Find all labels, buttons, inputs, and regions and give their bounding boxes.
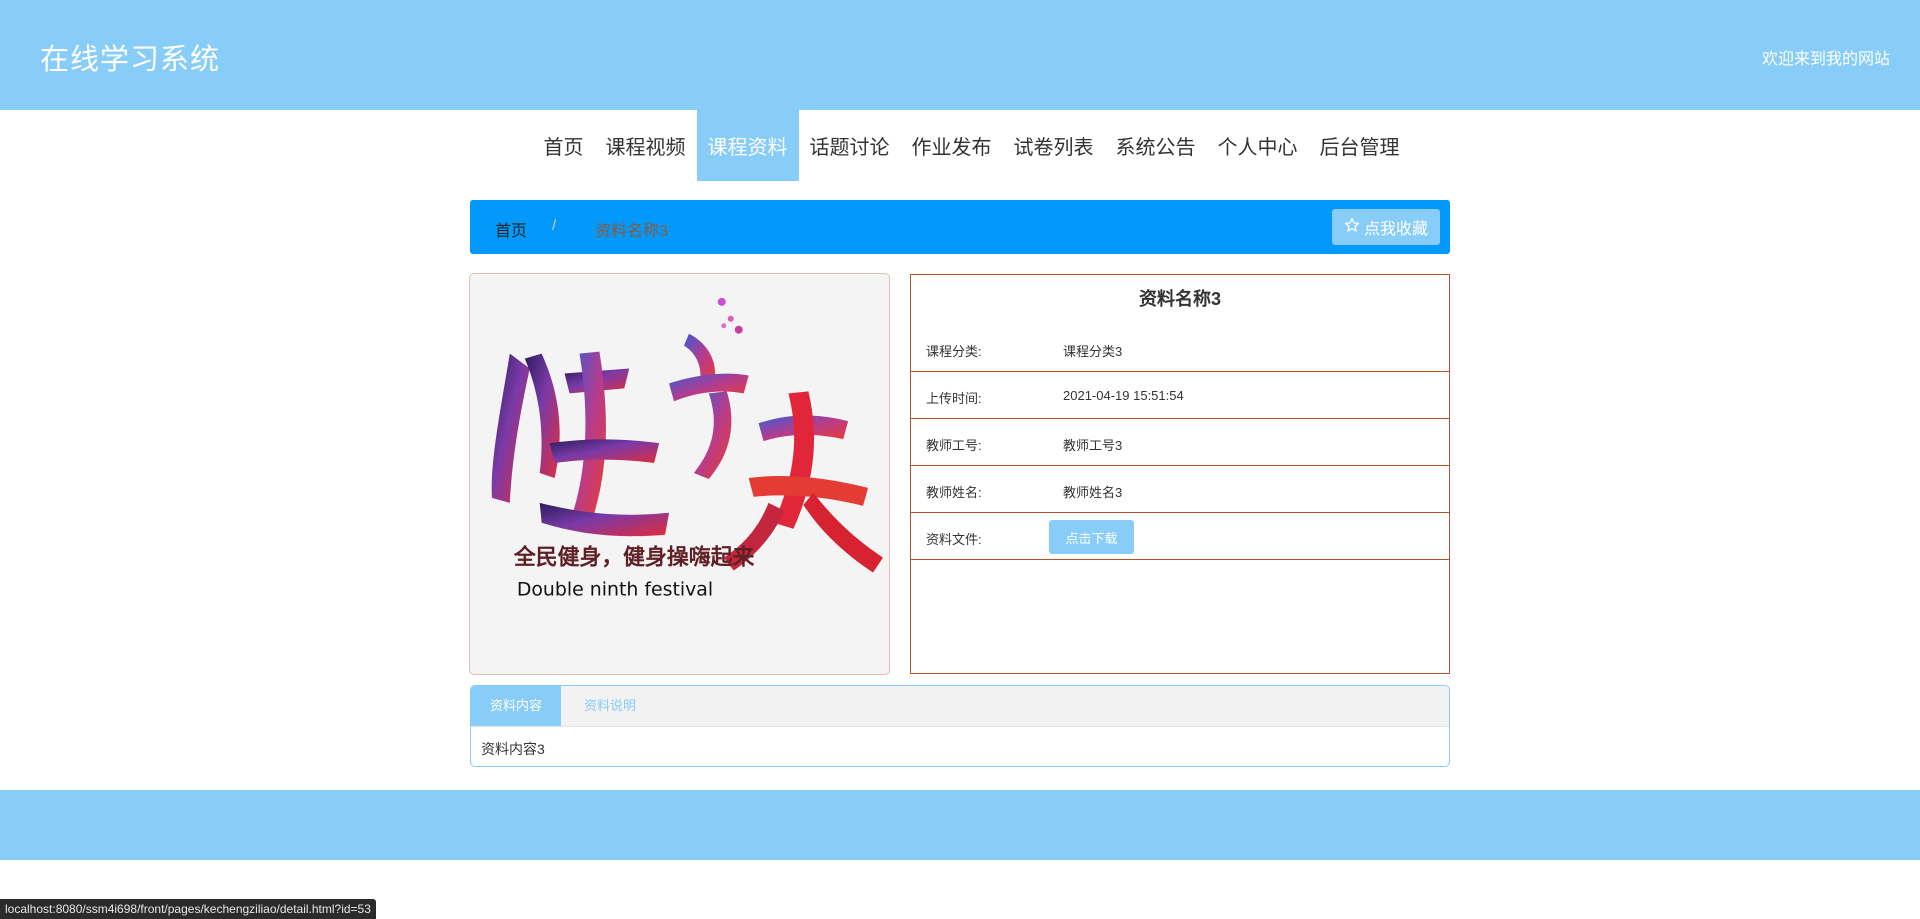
download-button[interactable]: 点击下载 <box>1049 520 1134 554</box>
tab-material-content[interactable]: 资料内容 <box>471 686 562 726</box>
nav-item-course-video[interactable]: 课程视频 <box>595 110 697 181</box>
slogan-chinese: 全民健身，健身操嗨起来 <box>513 545 755 571</box>
breadcrumb-separator: / <box>552 217 557 234</box>
nav-item-topic-discussion[interactable]: 话题讨论 <box>799 110 901 181</box>
detail-value: 教师姓名3 <box>1063 485 1123 500</box>
star-outline-icon <box>1344 217 1360 238</box>
breadcrumb-home-link[interactable]: 首页 <box>495 217 527 241</box>
detail-row-teacher-id: 教师工号: 教师工号3 <box>911 419 1449 466</box>
tab-content: 资料内容3 <box>481 741 545 757</box>
detail-row-upload-time: 上传时间: 2021-04-19 15:51:54 <box>911 372 1449 419</box>
detail-label: 教师姓名: <box>926 485 982 500</box>
detail-row-teacher-name: 教师姓名: 教师姓名3 <box>911 466 1449 513</box>
site-footer <box>0 790 1920 860</box>
detail-row-course-category: 课程分类: 课程分类3 <box>911 325 1449 372</box>
slogan-english: Double ninth festival <box>517 578 713 600</box>
material-detail-panel: 资料名称3 课程分类: 课程分类3 上传时间: 2021-04-19 15:51… <box>910 274 1450 674</box>
material-title: 资料名称3 <box>1138 289 1221 309</box>
site-title[interactable]: 在线学习系统 <box>40 36 220 78</box>
tab-material-description[interactable]: 资料说明 <box>565 686 655 726</box>
detail-label: 课程分类: <box>926 344 982 359</box>
detail-value: 教师工号3 <box>1063 438 1123 453</box>
detail-value: 课程分类3 <box>1063 344 1123 359</box>
detail-label: 上传时间: <box>926 391 982 406</box>
tabs-header: 资料内容 资料说明 <box>471 686 1449 727</box>
breadcrumb-current: 资料名称3 <box>595 223 668 240</box>
nav-item-admin[interactable]: 后台管理 <box>1309 110 1411 181</box>
detail-row-file: 资料文件: 点击下载 <box>911 513 1449 560</box>
nav-item-announcements[interactable]: 系统公告 <box>1105 110 1207 181</box>
main-nav: 首页 课程视频 课程资料 话题讨论 作业发布 试卷列表 系统公告 个人中心 后台… <box>0 110 1920 181</box>
material-tabs: 资料内容 资料说明 资料内容3 <box>470 685 1450 767</box>
nav-item-course-materials[interactable]: 课程资料 <box>696 110 799 181</box>
nav-item-exam-list[interactable]: 试卷列表 <box>1003 110 1105 181</box>
site-header: 在线学习系统 欢迎来到我的网站 <box>0 0 1920 110</box>
welcome-text: 欢迎来到我的网站 <box>1761 51 1890 68</box>
nav-item-personal-center[interactable]: 个人中心 <box>1207 110 1309 181</box>
status-bar-url: localhost:8080/ssm4i698/front/pages/kech… <box>0 899 376 919</box>
nav-item-homework[interactable]: 作业发布 <box>901 110 1003 181</box>
detail-label: 教师工号: <box>926 438 982 453</box>
detail-value: 2021-04-19 15:51:54 <box>1063 388 1184 403</box>
favorite-button-label: 点我收藏 <box>1363 221 1428 238</box>
detail-label: 资料文件: <box>926 532 982 547</box>
favorite-button[interactable]: 点我收藏 <box>1332 209 1440 245</box>
nav-item-home[interactable]: 首页 <box>533 110 595 181</box>
breadcrumb: 首页 / 资料名称3 点我收藏 <box>470 200 1450 254</box>
fitness-poster-illustration: 全民健身，健身操嗨起来 Double ninth festival <box>491 297 883 600</box>
material-cover-image: 全民健身，健身操嗨起来 Double ninth festival <box>469 273 890 675</box>
